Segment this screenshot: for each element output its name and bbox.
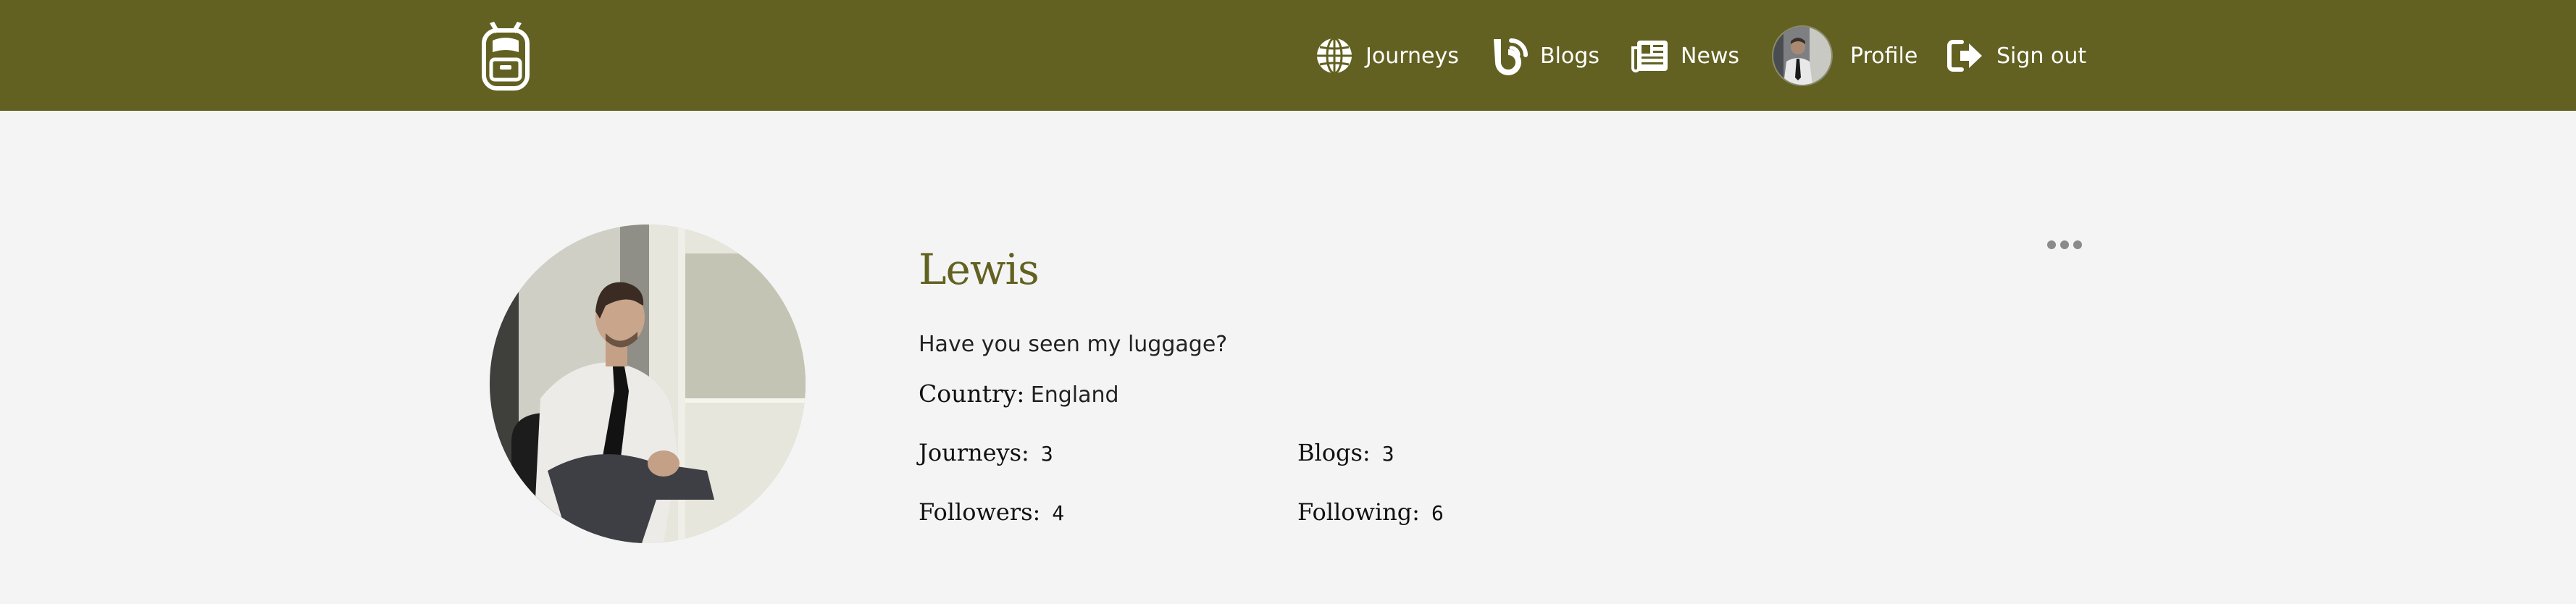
avatar [1772, 25, 1833, 86]
nav-journeys-label: Journeys [1366, 43, 1459, 69]
more-dot-icon [2060, 240, 2069, 249]
profile-country: Country: England [919, 379, 1119, 408]
profile-photo [490, 225, 806, 543]
nav-profile[interactable]: Profile [1772, 25, 1918, 86]
stat-followers-label: Followers: [919, 498, 1041, 526]
newspaper-icon [1630, 36, 1669, 75]
stat-followers[interactable]: Followers: 4 [919, 498, 1064, 526]
blog-icon [1489, 36, 1529, 75]
stat-following[interactable]: Following: 6 [1297, 498, 1444, 526]
globe-icon [1315, 36, 1354, 75]
backpack-icon[interactable] [480, 22, 532, 91]
more-dot-icon [2073, 240, 2082, 249]
nav-sign-out[interactable]: Sign out [1946, 35, 2086, 77]
stat-journeys-label: Journeys: [919, 439, 1029, 466]
country-value: England [1030, 382, 1119, 408]
country-label: Country: [919, 379, 1025, 408]
nav-blogs[interactable]: Blogs [1489, 35, 1599, 77]
nav-profile-label: Profile [1850, 43, 1918, 69]
stat-blogs-label: Blogs: [1297, 439, 1371, 466]
stat-following-label: Following: [1297, 498, 1420, 526]
sign-out-icon [1946, 36, 1985, 75]
nav-news[interactable]: News [1630, 35, 1739, 77]
nav-journeys[interactable]: Journeys [1315, 35, 1459, 77]
stat-journeys-value: 3 [1040, 442, 1053, 466]
more-options-button[interactable] [2044, 238, 2085, 252]
stat-journeys[interactable]: Journeys: 3 [919, 439, 1053, 466]
profile-name: Lewis [919, 245, 1040, 294]
profile-bio: Have you seen my luggage? [919, 332, 1228, 357]
stat-blogs[interactable]: Blogs: 3 [1297, 439, 1394, 466]
more-dot-icon [2047, 240, 2056, 249]
stat-blogs-value: 3 [1381, 442, 1394, 466]
stat-following-value: 6 [1431, 501, 1444, 525]
nav-news-label: News [1681, 43, 1740, 69]
nav-blogs-label: Blogs [1540, 43, 1599, 69]
nav-sign-out-label: Sign out [1996, 43, 2087, 69]
stat-followers-value: 4 [1052, 501, 1065, 525]
top-navbar: Journeys Blogs News Profile Sign out [0, 0, 2576, 111]
